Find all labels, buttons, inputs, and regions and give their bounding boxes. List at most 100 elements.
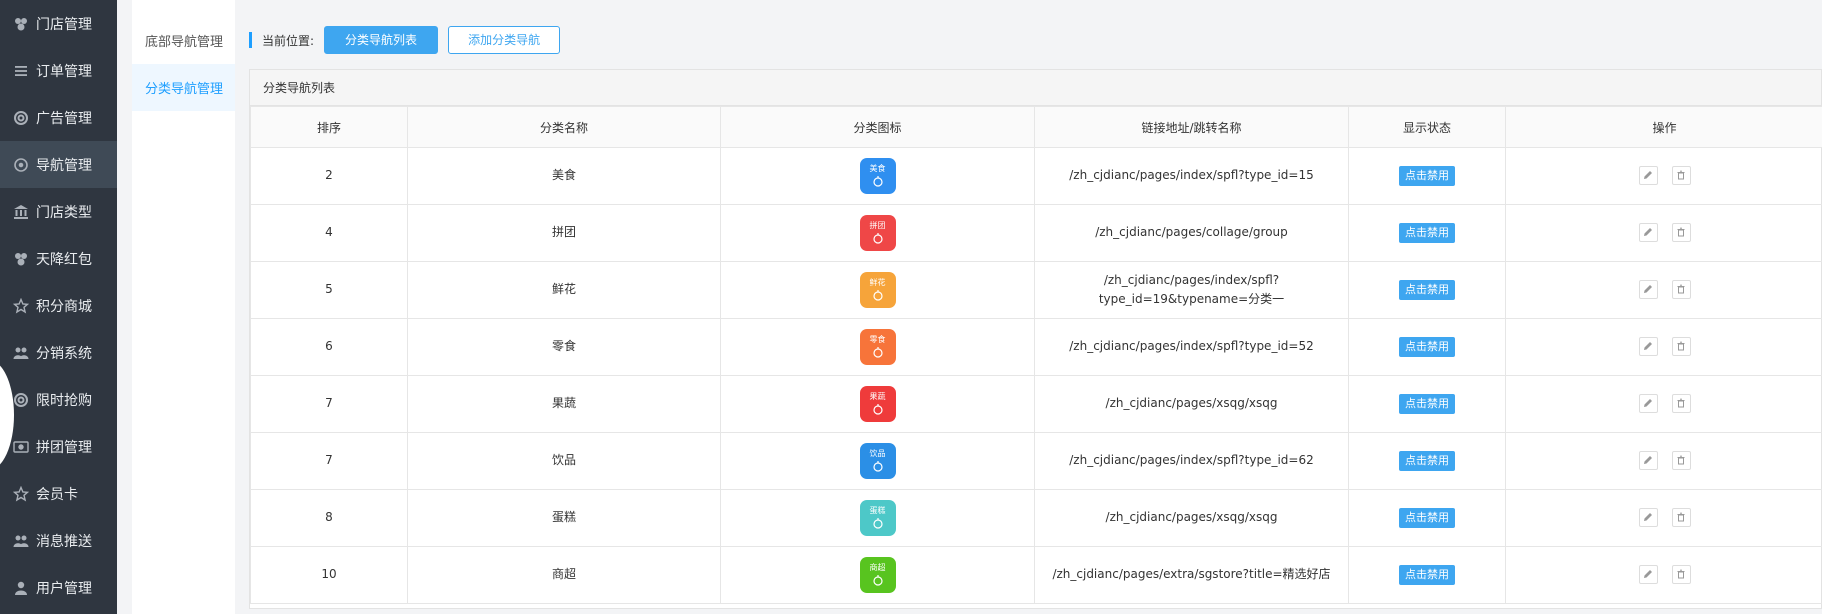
- submenu-item-1[interactable]: 分类导航管理: [132, 64, 235, 111]
- name-cell: 拼团: [407, 204, 721, 262]
- sort-cell: 5: [250, 261, 408, 319]
- star-icon: [0, 485, 36, 502]
- delete-icon[interactable]: [1671, 165, 1691, 185]
- delete-icon[interactable]: [1671, 393, 1691, 413]
- sort-cell: 2: [250, 147, 408, 205]
- main-content: 当前位置: 分类导航列表 添加分类导航 分类导航列表 排序 分类名称 分类图标 链接地…: [235, 0, 1822, 614]
- icon-cell: 拼团: [720, 204, 1035, 262]
- actions-cell: [1505, 546, 1822, 604]
- star-icon: [0, 297, 36, 314]
- disable-button[interactable]: 点击禁用: [1399, 565, 1455, 585]
- status-cell: 点击禁用: [1348, 432, 1506, 490]
- column-header-2: 分类图标: [720, 106, 1035, 148]
- category-icon: 美食: [859, 158, 896, 194]
- column-header-4: 显示状态: [1348, 106, 1506, 148]
- disable-button[interactable]: 点击禁用: [1399, 394, 1455, 414]
- delete-icon[interactable]: [1671, 564, 1691, 584]
- delete-icon[interactable]: [1671, 450, 1691, 470]
- panel-title: 分类导航列表: [250, 70, 1821, 106]
- link-cell: /zh_cjdianc/pages/xsqg/xsqg: [1034, 375, 1349, 433]
- accent-bar: [249, 32, 252, 48]
- link-cell: /zh_cjdianc/pages/index/spfl?type_id=19&…: [1034, 261, 1349, 319]
- sidebar-item-8[interactable]: 限时抢购: [0, 376, 117, 423]
- table-row: 6 零食 零食/zh_cjdianc/pages/index/spfl?type_i…: [250, 318, 1822, 376]
- edit-icon[interactable]: [1638, 336, 1658, 356]
- main-sidebar: 门店管理订单管理 广告管理导航管理门店类型 天降红包 积分商城分销系统限时抢购 拼团管理…: [0, 0, 117, 614]
- table-row: 5 鲜花 鲜花/zh_cjdianc/pages/index/spfl?type_i…: [250, 261, 1822, 319]
- link-cell: /zh_cjdianc/pages/collage/group: [1034, 204, 1349, 262]
- link-cell: /zh_cjdianc/pages/xsqg/xsqg: [1034, 489, 1349, 547]
- name-cell: 果蔬: [407, 375, 721, 433]
- sort-cell: 10: [250, 546, 408, 604]
- edit-icon[interactable]: [1638, 279, 1658, 299]
- sidebar-item-9[interactable]: 拼团管理: [0, 423, 117, 470]
- icon-cell: 饮品: [720, 432, 1035, 490]
- name-cell: 商超: [407, 546, 721, 604]
- edit-icon[interactable]: [1638, 564, 1658, 584]
- delete-icon[interactable]: [1671, 222, 1691, 242]
- actions-cell: [1505, 318, 1822, 376]
- sidebar-item-3[interactable]: 导航管理: [0, 141, 117, 188]
- category-nav-table: 排序 分类名称 分类图标 链接地址/跳转名称 显示状态 操作 2 美食 美食/zh_cjdia…: [250, 106, 1822, 604]
- category-icon: 饮品: [859, 443, 896, 479]
- icon-cell: 果蔬: [720, 375, 1035, 433]
- category-nav-list-button[interactable]: 分类导航列表: [324, 26, 439, 54]
- sort-cell: 8: [250, 489, 408, 547]
- status-cell: 点击禁用: [1348, 489, 1506, 547]
- name-cell: 蛋糕: [407, 489, 721, 547]
- sidebar-item-1[interactable]: 订单管理: [0, 47, 117, 94]
- sidebar-item-0[interactable]: 门店管理: [0, 0, 117, 47]
- disable-button[interactable]: 点击禁用: [1399, 223, 1455, 243]
- table-header-row: 排序 分类名称 分类图标 链接地址/跳转名称 显示状态 操作: [250, 106, 1822, 148]
- disable-button[interactable]: 点击禁用: [1399, 451, 1455, 471]
- link-cell: /zh_cjdianc/pages/index/spfl?type_id=62: [1034, 432, 1349, 490]
- disable-button[interactable]: 点击禁用: [1399, 280, 1455, 300]
- category-icon: 零食: [859, 329, 896, 365]
- delete-icon[interactable]: [1671, 507, 1691, 527]
- bank-icon: [0, 204, 36, 220]
- delete-icon[interactable]: [1671, 336, 1691, 356]
- edit-icon[interactable]: [1638, 165, 1658, 185]
- status-cell: 点击禁用: [1348, 546, 1506, 604]
- icon-cell: 蛋糕: [720, 489, 1035, 547]
- icon-cell: 商超: [720, 546, 1035, 604]
- table-row: 10 商超 商超/zh_cjdianc/pages/extra/sgstore?ti…: [250, 546, 1822, 604]
- disable-button[interactable]: 点击禁用: [1399, 166, 1455, 186]
- submenu: 底部导航管理 分类导航管理: [132, 0, 235, 614]
- submenu-item-0[interactable]: 底部导航管理: [132, 17, 235, 64]
- sidebar-item-label: 导航管理: [36, 157, 92, 174]
- edit-icon[interactable]: [1638, 450, 1658, 470]
- edit-icon[interactable]: [1638, 393, 1658, 413]
- delete-icon[interactable]: [1671, 279, 1691, 299]
- sidebar-item-label: 分销系统: [36, 345, 92, 362]
- store-icon: [0, 16, 36, 32]
- sort-cell: 7: [250, 432, 408, 490]
- disable-button[interactable]: 点击禁用: [1399, 337, 1455, 357]
- sidebar-item-6[interactable]: 积分商城: [0, 282, 117, 329]
- table-row: 7 果蔬 果蔬/zh_cjdianc/pages/xsqg/xsqg 点击禁用: [250, 375, 1822, 433]
- sidebar-item-5[interactable]: 天降红包: [0, 235, 117, 282]
- ad-icon: [0, 110, 36, 126]
- sidebar-item-4[interactable]: 门店类型: [0, 188, 117, 235]
- table-row: 4 拼团 拼团/zh_cjdianc/pages/collage/group 点击禁用: [250, 204, 1822, 262]
- sidebar-item-12[interactable]: 用户管理: [0, 564, 117, 611]
- icon-cell: 零食: [720, 318, 1035, 376]
- status-cell: 点击禁用: [1348, 318, 1506, 376]
- name-cell: 鲜花: [407, 261, 721, 319]
- name-cell: 零食: [407, 318, 721, 376]
- sidebar-item-label: 门店管理: [36, 16, 92, 33]
- compass-icon: [0, 157, 36, 173]
- sidebar-item-7[interactable]: 分销系统: [0, 329, 117, 376]
- status-cell: 点击禁用: [1348, 204, 1506, 262]
- sidebar-item-2[interactable]: 广告管理: [0, 94, 117, 141]
- edit-icon[interactable]: [1638, 507, 1658, 527]
- add-category-nav-button[interactable]: 添加分类导航: [448, 26, 561, 54]
- sidebar-item-label: 用户管理: [36, 580, 92, 597]
- sidebar-item-11[interactable]: 消息推送: [0, 517, 117, 564]
- disable-button[interactable]: 点击禁用: [1399, 508, 1455, 528]
- sidebar-item-10[interactable]: 会员卡: [0, 470, 117, 517]
- actions-cell: [1505, 375, 1822, 433]
- edit-icon[interactable]: [1638, 222, 1658, 242]
- name-cell: 饮品: [407, 432, 721, 490]
- table-row: 7 饮品 饮品/zh_cjdianc/pages/index/spfl?type_i…: [250, 432, 1822, 490]
